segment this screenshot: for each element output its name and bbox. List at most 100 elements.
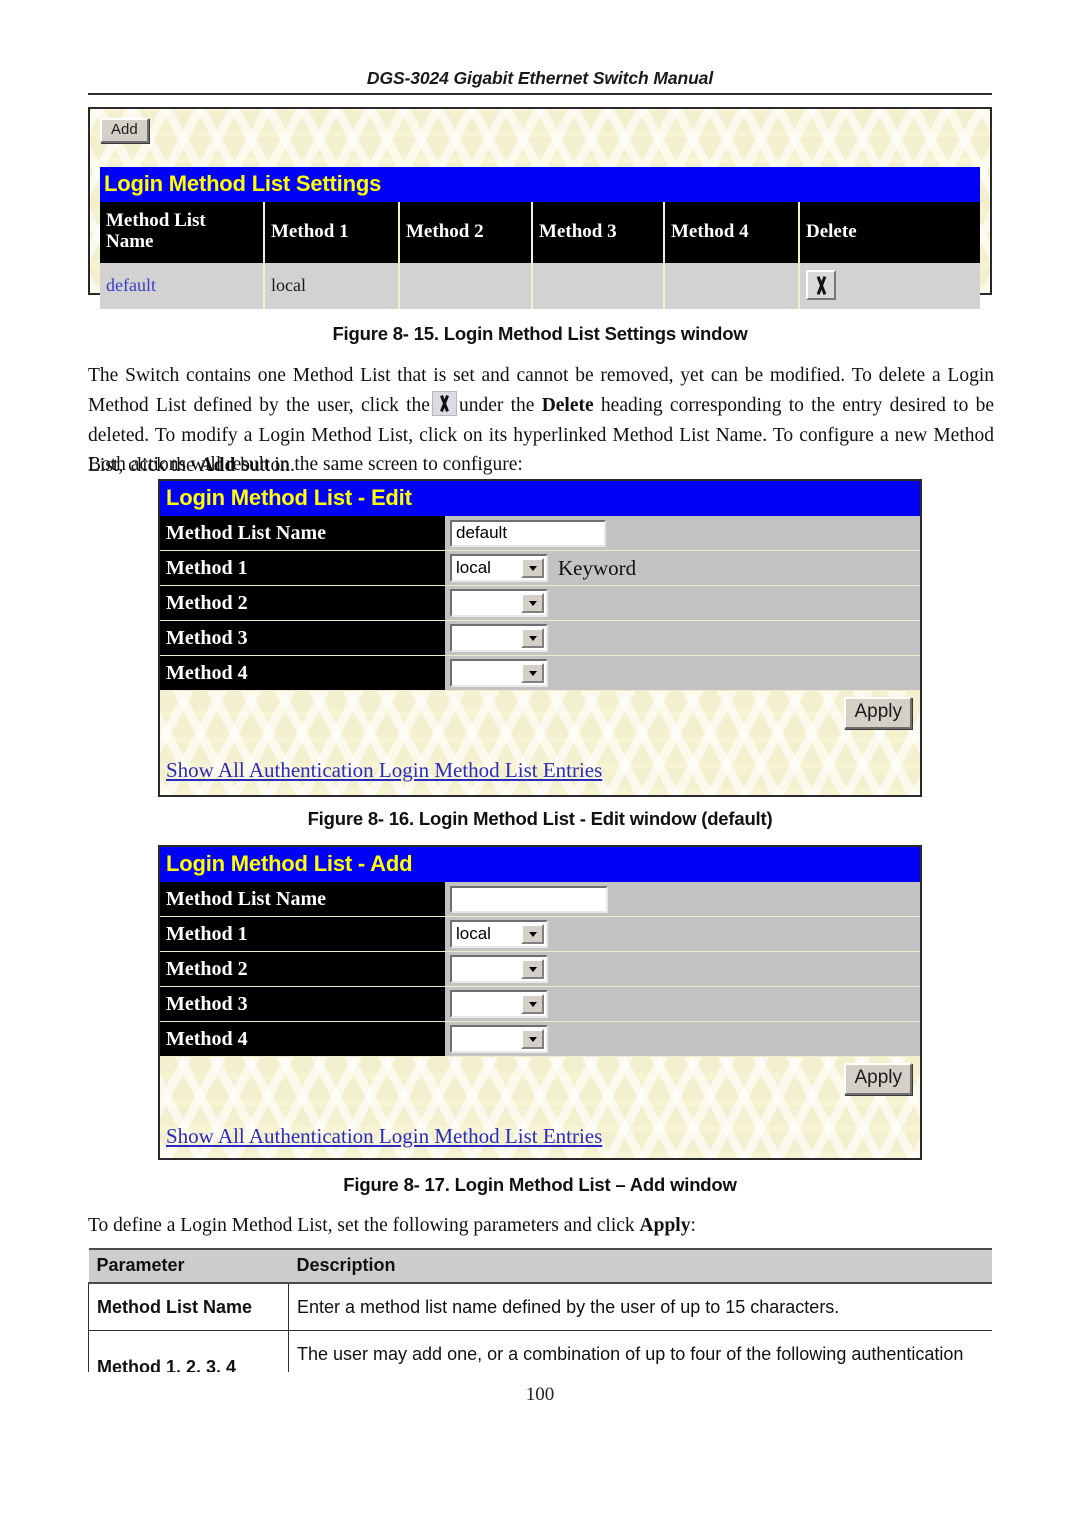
chevron-down-icon[interactable] <box>521 628 544 648</box>
edit-row-method-2: Method 2 <box>160 586 920 621</box>
chevron-down-icon[interactable] <box>521 924 544 944</box>
method-3-select[interactable] <box>450 990 548 1018</box>
edit-label-method-4: Method 4 <box>160 656 445 691</box>
login-method-list-edit-window: Login Method List - Edit Method List Nam… <box>158 479 922 797</box>
add-value-method-list-name <box>445 882 920 917</box>
method-list-name-input[interactable] <box>450 519 606 547</box>
edit-window-footer: Apply Show All Authentication Login Meth… <box>160 691 920 791</box>
show-all-entries-link[interactable]: Show All Authentication Login Method Lis… <box>166 1124 602 1149</box>
method-2-select[interactable] <box>450 589 548 617</box>
paragraph-both-actions: Both actions will result in the same scr… <box>88 454 523 475</box>
col-method-2: Method 2 <box>399 202 533 263</box>
paragraph-define-login-method-list: To define a Login Method List, set the f… <box>88 1211 994 1241</box>
method-4-select[interactable] <box>450 1025 548 1053</box>
parameter-table-clip: Parameter Description Method List Name E… <box>88 1248 992 1372</box>
edit-row-method-4: Method 4 <box>160 656 920 691</box>
cell-method-1: local <box>264 263 400 309</box>
edit-value-method-2 <box>445 586 920 621</box>
edit-row-method-1: Method 1 local Keyword <box>160 551 920 586</box>
add-label-method-list-name: Method List Name <box>160 882 445 917</box>
login-method-list-table: Login Method List Settings Method List N… <box>100 167 981 309</box>
chevron-down-icon[interactable] <box>521 663 544 683</box>
method-1-select[interactable]: local <box>450 920 548 948</box>
edit-value-method-3 <box>445 621 920 656</box>
col-method-1: Method 1 <box>264 202 400 263</box>
page-number: 100 <box>525 1384 555 1405</box>
col-method-4: Method 4 <box>664 202 800 263</box>
add-label-method-3: Method 3 <box>160 987 445 1022</box>
figure-caption-8-16: Figure 8- 16. Login Method List - Edit w… <box>307 808 773 829</box>
param-col-parameter: Parameter <box>88 1248 289 1284</box>
chevron-down-icon[interactable] <box>521 593 544 613</box>
add-value-method-1: local <box>445 917 920 952</box>
add-row-method-list-name: Method List Name <box>160 882 920 917</box>
add-window-title: Login Method List - Add <box>160 847 920 882</box>
cell-method-4 <box>664 263 800 309</box>
x-icon <box>431 391 457 416</box>
edit-apply-wrap: Apply <box>844 697 912 729</box>
chevron-down-icon[interactable] <box>521 1029 544 1049</box>
method-list-name-link[interactable]: default <box>106 275 156 295</box>
cell-method-list-name: default <box>100 263 265 309</box>
add-value-method-2 <box>445 952 920 987</box>
chevron-down-icon[interactable] <box>521 994 544 1014</box>
param-desc-method-list-name: Enter a method list name defined by the … <box>288 1282 992 1331</box>
edit-value-method-4 <box>445 656 920 691</box>
add-row-method-3: Method 3 <box>160 987 920 1022</box>
method-1-keyword-label: Keyword <box>558 555 637 580</box>
figure-caption-8-17: Figure 8- 17. Login Method List – Add wi… <box>343 1174 737 1195</box>
parameter-description-table: Parameter Description Method List Name E… <box>88 1248 992 1372</box>
chevron-down-icon[interactable] <box>521 558 544 578</box>
edit-label-method-list-name: Method List Name <box>160 516 445 551</box>
cell-method-3 <box>532 263 665 309</box>
add-button[interactable]: Add <box>100 118 149 144</box>
x-icon[interactable] <box>806 270 836 300</box>
method-1-select[interactable]: local <box>450 554 548 582</box>
apply-button[interactable]: Apply <box>844 697 912 729</box>
table-row: Method 1, 2, 3, 4 The user may add one, … <box>88 1330 992 1372</box>
paragraph-3-part-b: : <box>690 1215 696 1236</box>
method-3-select[interactable] <box>450 624 548 652</box>
edit-window-title: Login Method List - Edit <box>160 481 920 516</box>
running-header: DGS-3024 Gigabit Ethernet Switch Manual <box>366 68 714 88</box>
add-row-method-1: Method 1 local <box>160 917 920 952</box>
document-page: DGS-3024 Gigabit Ethernet Switch Manual … <box>0 0 1080 1528</box>
figure-caption-8-15: Figure 8- 15. Login Method List Settings… <box>332 323 748 344</box>
add-label-method-4: Method 4 <box>160 1022 445 1057</box>
chevron-down-icon[interactable] <box>521 959 544 979</box>
edit-value-method-list-name <box>445 516 920 551</box>
param-table-header-row: Parameter Description <box>88 1248 992 1284</box>
method-4-select[interactable] <box>450 659 548 687</box>
edit-label-method-1: Method 1 <box>160 551 445 586</box>
paragraph-3-part-a: To define a Login Method List, set the f… <box>88 1215 635 1236</box>
cell-method-2 <box>399 263 533 309</box>
method-2-select[interactable] <box>450 955 548 983</box>
param-name-method-list-name: Method List Name <box>88 1282 289 1331</box>
add-row-method-4: Method 4 <box>160 1022 920 1057</box>
method-1-selected-value: local <box>456 558 491 577</box>
show-all-entries-link[interactable]: Show All Authentication Login Method Lis… <box>166 758 602 783</box>
settings-table-title: Login Method List Settings <box>100 167 981 202</box>
param-desc-methods: The user may add one, or a combination o… <box>288 1330 992 1372</box>
add-row-method-2: Method 2 <box>160 952 920 987</box>
add-apply-wrap: Apply <box>844 1063 912 1095</box>
add-label-method-1: Method 1 <box>160 917 445 952</box>
add-window-footer: Apply Show All Authentication Login Meth… <box>160 1057 920 1157</box>
login-method-list-add-window: Login Method List - Add Method List Name… <box>158 845 922 1160</box>
table-row: default local <box>100 263 981 309</box>
login-method-list-settings-window: Add Login Method List Settings Method Li… <box>88 107 992 309</box>
edit-label-method-3: Method 3 <box>160 621 445 656</box>
method-list-name-input[interactable] <box>450 885 608 913</box>
edit-row-method-3: Method 3 <box>160 621 920 656</box>
edit-label-method-2: Method 2 <box>160 586 445 621</box>
edit-row-method-list-name: Method List Name <box>160 516 920 551</box>
apply-button[interactable]: Apply <box>844 1063 912 1095</box>
settings-table-header-row: Method List Name Method 1 Method 2 Metho… <box>100 202 981 263</box>
add-value-method-4 <box>445 1022 920 1057</box>
paragraph-3-bold-apply: Apply <box>639 1215 691 1236</box>
edit-value-method-1: local Keyword <box>445 551 920 586</box>
add-value-method-3 <box>445 987 920 1022</box>
col-method-3: Method 3 <box>532 202 665 263</box>
paragraph-1-bold-delete: Delete <box>541 395 594 416</box>
header-rule <box>88 93 992 95</box>
